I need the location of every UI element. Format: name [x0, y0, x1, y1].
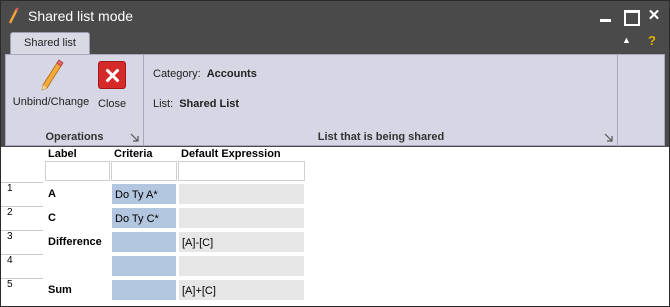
- list-value: Shared List: [179, 98, 240, 110]
- unbind-change-button[interactable]: Unbind/Change: [11, 59, 91, 108]
- minimize-button[interactable]: [598, 8, 614, 24]
- help-icon[interactable]: ?: [648, 33, 656, 48]
- list-grid: Label Criteria Default Expression 1 A Do…: [1, 147, 669, 306]
- expression-filter-input[interactable]: [178, 161, 305, 181]
- row-criteria-cell[interactable]: [111, 231, 177, 253]
- close-window-button[interactable]: ✕: [646, 8, 662, 24]
- row-label-cell[interactable]: [45, 255, 110, 277]
- column-header-criteria[interactable]: Criteria: [114, 148, 153, 160]
- operations-group-label: Operations: [45, 131, 104, 143]
- row-expression-cell[interactable]: [A]-[C]: [178, 231, 305, 253]
- row-label-cell[interactable]: C: [45, 207, 110, 229]
- title-bar: Shared list mode ✕: [1, 1, 669, 32]
- tab-shared-list[interactable]: Shared list: [10, 32, 90, 54]
- dialog-launcher-icon[interactable]: [604, 133, 613, 142]
- row-criteria-cell[interactable]: Do Ty C*: [111, 207, 177, 229]
- pencil-icon: [7, 7, 19, 25]
- list-label: List:: [153, 98, 174, 110]
- shared-list-group-label: List that is being shared: [317, 131, 445, 143]
- row-number: 1: [1, 182, 43, 206]
- row-number: 2: [1, 206, 43, 230]
- window-title: Shared list mode: [28, 8, 134, 24]
- column-header-default-expression[interactable]: Default Expression: [181, 148, 281, 160]
- criteria-filter-input[interactable]: [111, 161, 177, 181]
- collapse-ribbon-icon[interactable]: ▲: [622, 35, 631, 45]
- row-expression-cell[interactable]: [178, 207, 305, 229]
- maximize-button[interactable]: [623, 8, 640, 26]
- ribbon: Unbind/Change Close Operations Category:…: [5, 54, 665, 146]
- operations-group: Unbind/Change Close Operations: [6, 55, 144, 145]
- row-number: 3: [1, 230, 43, 254]
- close-label: Close: [98, 98, 127, 110]
- row-expression-cell[interactable]: [178, 255, 305, 277]
- ribbon-tab-strip: Shared list ▲ ?: [1, 32, 669, 54]
- unbind-change-label: Unbind/Change: [12, 96, 90, 108]
- row-number: 5: [1, 278, 43, 302]
- list-info: List: Shared List: [153, 98, 239, 110]
- category-info: Category: Accounts: [153, 68, 257, 80]
- column-header-label[interactable]: Label: [48, 148, 77, 160]
- close-button[interactable]: Close: [98, 59, 126, 110]
- row-label-cell[interactable]: Sum: [45, 279, 110, 301]
- row-criteria-cell[interactable]: [111, 255, 177, 277]
- row-criteria-cell[interactable]: Do Ty A*: [111, 183, 177, 205]
- row-expression-cell[interactable]: [178, 183, 305, 205]
- pencil-icon: [11, 59, 91, 92]
- row-expression-cell[interactable]: [A]+[C]: [178, 279, 305, 301]
- shared-list-group: Category: Accounts List: Shared List List …: [145, 55, 618, 145]
- dialog-launcher-icon[interactable]: [130, 133, 139, 142]
- category-label: Category:: [153, 68, 201, 80]
- shared-list-mode-window: Shared list mode ✕ Shared list ▲ ? Unbin…: [0, 0, 670, 307]
- label-filter-input[interactable]: [45, 161, 110, 181]
- row-label-cell[interactable]: Difference: [45, 231, 110, 253]
- row-criteria-cell[interactable]: [111, 279, 177, 301]
- category-value: Accounts: [206, 68, 257, 80]
- row-number: 4: [1, 254, 43, 278]
- close-icon: [98, 61, 127, 94]
- row-label-cell[interactable]: A: [45, 183, 110, 205]
